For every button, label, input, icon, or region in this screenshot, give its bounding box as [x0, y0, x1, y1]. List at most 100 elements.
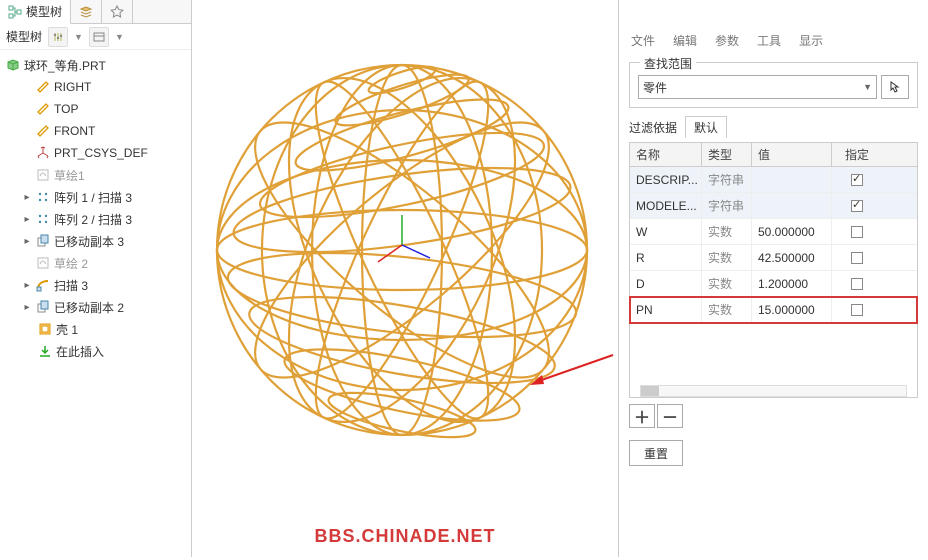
cell-name[interactable]: R — [630, 245, 702, 270]
settings-button[interactable] — [48, 27, 68, 47]
cell-name[interactable]: W — [630, 219, 702, 244]
tree-item[interactable]: ▸已移动副本 3 — [0, 230, 191, 252]
table-row[interactable]: DESCRIP...字符串 — [630, 167, 917, 193]
menu-tools[interactable]: 工具 — [757, 32, 781, 49]
tree-label: 已移动副本 2 — [54, 299, 124, 316]
tree-label: 球环_等角.PRT — [24, 57, 106, 74]
tab-model-tree[interactable]: 模型树 — [0, 0, 71, 24]
dropdown-icon[interactable]: ▼ — [115, 32, 124, 42]
h-scrollbar[interactable] — [640, 385, 907, 397]
tree-icon — [8, 5, 22, 19]
dropdown-icon[interactable]: ▼ — [74, 32, 83, 42]
tree-label: 草绘 2 — [54, 255, 88, 272]
tree-label: TOP — [54, 102, 78, 116]
watermark-text: BBS.CHINADE.NET — [314, 526, 495, 547]
checkbox[interactable] — [851, 278, 863, 290]
th-name[interactable]: 名称 — [630, 143, 702, 166]
menu-edit[interactable]: 编辑 — [673, 32, 697, 49]
table-row[interactable]: W实数50.000000 — [630, 219, 917, 245]
plane-icon — [36, 124, 50, 138]
cell-name[interactable]: DESCRIP... — [630, 167, 702, 192]
checkbox[interactable] — [851, 226, 863, 238]
cell-type[interactable]: 实数 — [702, 219, 752, 244]
tab-favorites[interactable] — [102, 0, 133, 24]
cell-value[interactable]: 42.500000 — [752, 245, 832, 270]
expand-icon[interactable]: ▸ — [22, 302, 32, 312]
cell-value[interactable]: 50.000000 — [752, 219, 832, 244]
cell-spec[interactable] — [832, 271, 882, 296]
tree-root[interactable]: 球环_等角.PRT — [0, 54, 191, 76]
cell-type[interactable]: 实数 — [702, 297, 752, 322]
scope-select[interactable]: 零件 ▼ — [638, 75, 877, 99]
cell-value[interactable]: 1.200000 — [752, 271, 832, 296]
cell-type[interactable]: 字符串 — [702, 193, 752, 218]
tree-item[interactable]: ▸ 阵列 2 / 扫描 3 — [0, 208, 191, 230]
cell-type[interactable]: 实数 — [702, 245, 752, 270]
graphics-viewport[interactable]: BBS.CHINADE.NET — [192, 0, 618, 557]
panel-menu: 文件 编辑 参数 工具 显示 — [619, 26, 928, 54]
tree-item[interactable]: PRT_CSYS_DEF — [0, 142, 191, 164]
filter-row: 过滤依据 默认 — [629, 116, 918, 138]
cell-name[interactable]: MODELE... — [630, 193, 702, 218]
cell-value[interactable]: 15.000000 — [752, 297, 832, 322]
checkbox[interactable] — [851, 200, 863, 212]
cell-type[interactable]: 实数 — [702, 271, 752, 296]
tree-item[interactable]: 草绘1 — [0, 164, 191, 186]
filter-tab-default[interactable]: 默认 — [685, 116, 727, 138]
parameters-table: 名称 类型 值 指定 DESCRIP...字符串MODELE...字符串W实数5… — [629, 142, 918, 398]
tree-item[interactable]: FRONT — [0, 120, 191, 142]
expand-icon[interactable]: ▸ — [22, 192, 32, 202]
tree-item[interactable]: ▸阵列 1 / 扫描 3 — [0, 186, 191, 208]
tree-item[interactable]: 草绘 2 — [0, 252, 191, 274]
tree-item[interactable]: RIGHT — [0, 76, 191, 98]
table-row[interactable]: MODELE...字符串 — [630, 193, 917, 219]
th-value[interactable]: 值 — [752, 143, 832, 166]
plane-icon — [36, 102, 50, 116]
cell-value[interactable] — [752, 193, 832, 218]
reset-button[interactable]: 重置 — [629, 440, 683, 466]
expand-icon[interactable]: ▸ — [22, 280, 32, 290]
menu-show[interactable]: 显示 — [799, 32, 823, 49]
csys-icon — [36, 146, 50, 160]
cell-name[interactable]: D — [630, 271, 702, 296]
tree-label: 阵列 2 / 扫描 3 — [54, 211, 132, 228]
tab-label: 模型树 — [26, 3, 62, 20]
cell-spec[interactable] — [832, 297, 882, 322]
cell-spec[interactable] — [832, 245, 882, 270]
checkbox[interactable] — [851, 304, 863, 316]
remove-param-button[interactable]: － — [657, 404, 683, 428]
show-button[interactable] — [89, 27, 109, 47]
cell-type[interactable]: 字符串 — [702, 167, 752, 192]
tree-item[interactable]: 在此插入 — [0, 340, 191, 362]
table-row[interactable]: D实数1.200000 — [630, 271, 917, 297]
tab-layers[interactable] — [71, 0, 102, 24]
copy-icon — [36, 300, 50, 314]
menu-params[interactable]: 参数 — [715, 32, 739, 49]
expand-icon[interactable]: ▸ — [22, 214, 32, 224]
th-spec[interactable]: 指定 — [832, 143, 882, 166]
tree-item[interactable]: ▸ 已移动副本 2 — [0, 296, 191, 318]
tree-item[interactable]: TOP — [0, 98, 191, 120]
menu-file[interactable]: 文件 — [631, 32, 655, 49]
cell-spec[interactable] — [832, 167, 882, 192]
checkbox[interactable] — [851, 174, 863, 186]
pick-button[interactable] — [881, 75, 909, 99]
sketch-icon — [36, 168, 50, 182]
scope-group: 查找范围 零件 ▼ — [629, 62, 918, 108]
table-row[interactable]: R实数42.500000 — [630, 245, 917, 271]
cell-spec[interactable] — [832, 219, 882, 244]
tree-label: 扫描 3 — [54, 277, 88, 294]
scope-value: 零件 — [643, 79, 667, 96]
checkbox[interactable] — [851, 252, 863, 264]
cell-value[interactable] — [752, 167, 832, 192]
expand-icon[interactable]: ▸ — [22, 236, 32, 246]
tree-item[interactable]: ▸ 扫描 3 — [0, 274, 191, 296]
table-row[interactable]: PN实数15.000000 — [630, 297, 917, 323]
copy-icon — [36, 234, 50, 248]
th-type[interactable]: 类型 — [702, 143, 752, 166]
tree-item[interactable]: 壳 1 — [0, 318, 191, 340]
cell-name[interactable]: PN — [630, 297, 702, 322]
cell-spec[interactable] — [832, 193, 882, 218]
sweep-icon — [36, 278, 50, 292]
add-param-button[interactable]: ＋ — [629, 404, 655, 428]
